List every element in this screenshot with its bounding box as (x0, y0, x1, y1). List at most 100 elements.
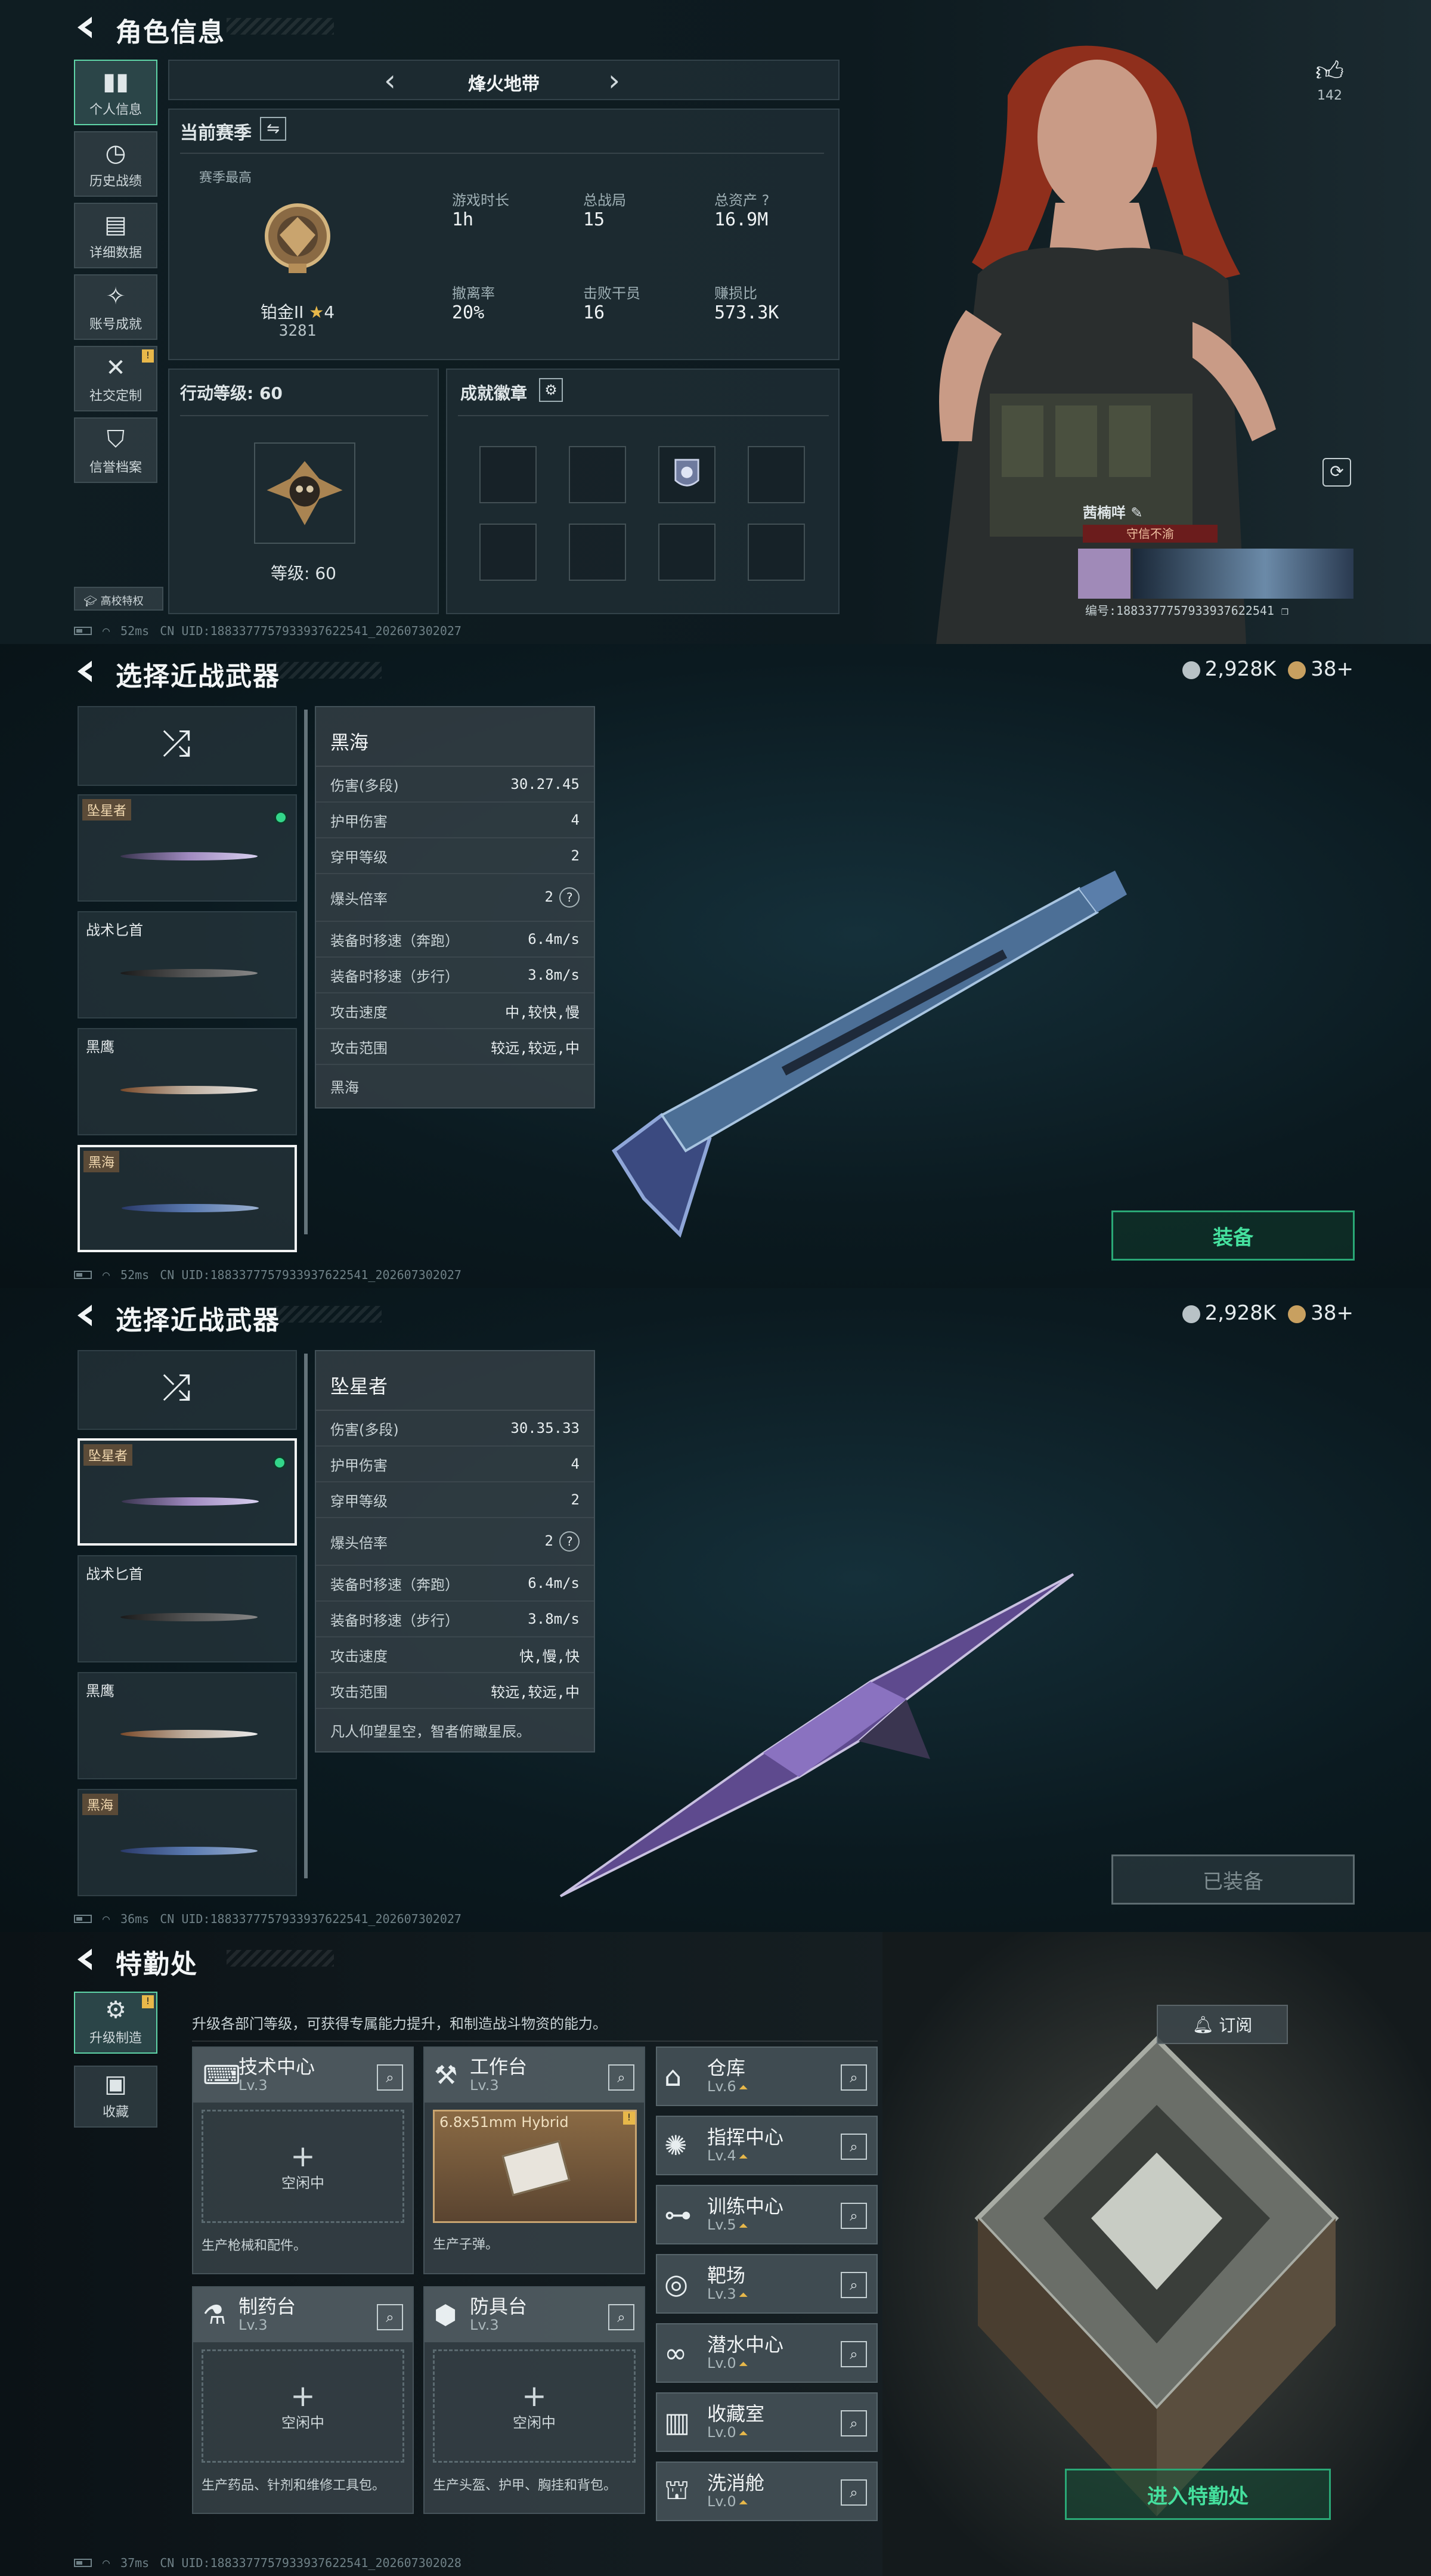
search-icon[interactable]: ⌕ (608, 2304, 634, 2330)
equip-button[interactable]: 装备 (1111, 1210, 1355, 1261)
facility-training-center[interactable]: ⊶ 训练中心 Lv.5 ⏶ ⌕ (656, 2185, 878, 2244)
next-map-icon[interactable]: › (608, 63, 620, 98)
search-icon[interactable]: ⌕ (841, 2203, 867, 2229)
weapon-item[interactable]: 战术匕首 (78, 911, 297, 1018)
badge-slot[interactable] (479, 446, 537, 503)
facility-warehouse[interactable]: ⌂ 仓库 Lv.6 ⏶ ⌕ (656, 2046, 878, 2106)
back-arrow-icon[interactable] (74, 658, 98, 685)
badge-slot[interactable] (658, 446, 715, 503)
weapon-item[interactable]: 坠星者 (78, 794, 297, 902)
search-icon[interactable]: ⌕ (608, 2064, 634, 2091)
weapon-image (122, 1497, 259, 1506)
sidebar-item-history[interactable]: ◷ 历史战绩 (74, 131, 157, 197)
badges-label: 成就徽章 (460, 383, 528, 403)
search-icon[interactable]: ⌕ (377, 2304, 403, 2330)
divider (192, 2041, 878, 2042)
card-header: ⬢ 防具台 Lv.3 ⌕ (425, 2287, 644, 2342)
back-arrow-icon[interactable] (74, 1946, 98, 1973)
stat-row: 装备时移速（奔跑） 6.4m/s (316, 922, 594, 958)
season-panel: 当前赛季 ⇋ 赛季最高 铂金II ★4 3281 游戏时长 1h 总战局 15 总资… (168, 109, 840, 360)
edit-icon[interactable]: ✎ (1130, 504, 1142, 521)
battery-icon (74, 2559, 92, 2567)
search-icon[interactable]: ⌕ (841, 2341, 867, 2367)
weapon-item[interactable]: 黑鹰 (78, 1672, 297, 1779)
like-button[interactable]: 👍︎ 142 (1312, 55, 1348, 103)
badge-slot[interactable] (748, 446, 805, 503)
computer-icon: ⌨ (203, 2060, 241, 2091)
badge-slot[interactable] (569, 524, 626, 581)
list-scrollbar[interactable] (304, 1354, 308, 1878)
weapon-item-selected[interactable]: 坠星者 (78, 1438, 297, 1546)
flask-icon: ⚗ (203, 2299, 227, 2330)
campus-privilege-button[interactable]: 🎓︎ 高校特权 (74, 587, 163, 611)
stat-row: 穿甲等级 2 (316, 838, 594, 874)
facility-command-center[interactable]: ✺ 指挥中心 Lv.4 ⏶ ⌕ (656, 2116, 878, 2175)
gold-coin-icon (1288, 1305, 1306, 1323)
search-icon[interactable]: ⌕ (841, 2272, 867, 2298)
tab-collection[interactable]: ▣ 收藏 (74, 2066, 157, 2128)
production-slot[interactable]: + 空闲中 (202, 2110, 404, 2223)
avatar[interactable] (1078, 549, 1130, 599)
tab-upgrade-craft[interactable]: ⚙ 升级制造! (74, 1992, 157, 2054)
weapon-item[interactable]: 战术匕首 (78, 1555, 297, 1662)
random-weapon-button[interactable]: ⤮ (78, 706, 297, 786)
badge-slot[interactable] (748, 524, 805, 581)
stat-row: 伤害(多段) 30.35.33 (316, 1411, 594, 1447)
production-slot[interactable]: + 空闲中 (433, 2349, 636, 2463)
silver-coin-icon (1182, 661, 1200, 679)
copy-icon[interactable]: ❐ (1281, 603, 1288, 618)
tech-center-card[interactable]: ⌨ 技术中心 Lv.3 ⌕ + 空闲中 生产枪械和配件。 (192, 2046, 414, 2274)
sidebar-item-achievements[interactable]: ✧ 账号成就 (74, 274, 157, 340)
sidebar-item-reputation[interactable]: ⛉ 信誉档案 (74, 417, 157, 483)
switch-season-icon[interactable]: ⇋ (260, 117, 286, 141)
melee-select-screen: 选择近战武器 2,928K 38+ ⤮ 坠星者 战术匕首 黑鹰 黑海 黑海 伤害… (0, 644, 1431, 1288)
random-weapon-button[interactable]: ⤮ (78, 1350, 297, 1430)
graduation-cap-icon: 🎓︎ (83, 595, 97, 608)
armor-bench-card[interactable]: ⬢ 防具台 Lv.3 ⌕ + 空闲中 生产头盔、护甲、胸挂和背包。 (423, 2286, 645, 2514)
upgrade-arrow-icon: ⏶ (738, 2495, 748, 2509)
enter-special-ops-button[interactable]: 进入特勤处 (1065, 2469, 1331, 2520)
gear-icon[interactable]: ⚙ (539, 378, 563, 402)
list-scrollbar[interactable] (304, 710, 308, 1234)
production-slot-active[interactable]: 6.8x51mm Hybrid ! (433, 2110, 637, 2223)
help-icon[interactable]: ? (762, 192, 770, 209)
status-footer: ◠ 52ms CN UID:1883377757933937622541_20260… (74, 1268, 461, 1282)
weapon-item-selected[interactable]: 黑海 (78, 1145, 297, 1252)
status-footer: ◠ 36ms CN UID:1883377757933937622541_20260… (74, 1912, 461, 1926)
badge-slot[interactable] (569, 446, 626, 503)
search-icon[interactable]: ⌕ (841, 2134, 867, 2160)
subscribe-button[interactable]: 🔔︎ 订阅 (1157, 2005, 1288, 2044)
divider (180, 153, 824, 154)
upgrade-arrow-icon: ⏶ (738, 2287, 748, 2302)
sidebar-item-personal-info[interactable]: ▮▮ 个人信息 (74, 60, 157, 125)
search-icon[interactable]: ⌕ (377, 2064, 403, 2091)
battery-icon (74, 1271, 92, 1279)
wifi-icon: ◠ (103, 1912, 110, 1926)
search-icon[interactable]: ⌕ (841, 2410, 867, 2436)
help-icon[interactable]: ? (559, 887, 580, 908)
badge-slot[interactable] (479, 524, 537, 581)
facility-shooting-range[interactable]: ◎ 靶场 Lv.3 ⏶ ⌕ (656, 2254, 878, 2314)
badge-slot[interactable] (658, 524, 715, 581)
card-header: ⌨ 技术中心 Lv.3 ⌕ (193, 2048, 413, 2103)
search-icon[interactable]: ⌕ (841, 2479, 867, 2506)
weapon-item[interactable]: 黑鹰 (78, 1028, 297, 1135)
sidebar-item-details[interactable]: ▤ 详细数据 (74, 203, 157, 268)
refresh-icon[interactable]: ⟳ (1322, 458, 1351, 487)
facility-collection-room[interactable]: ▥ 收藏室 Lv.0 ⏶ ⌕ (656, 2392, 878, 2452)
facility-diving-center[interactable]: ∞ 潜水中心 Lv.0 ⏶ ⌕ (656, 2323, 878, 2383)
back-arrow-icon[interactable] (74, 14, 98, 41)
goggles-icon: ∞ (664, 2337, 687, 2369)
workbench-card[interactable]: ⚒ 工作台 Lv.3 ⌕ 6.8x51mm Hybrid ! 生产子弹。 (423, 2046, 645, 2274)
weapon-item[interactable]: 黑海 (78, 1789, 297, 1896)
badge-icon: ✧ (106, 283, 126, 310)
wifi-icon: ◠ (103, 624, 110, 638)
back-arrow-icon[interactable] (74, 1302, 98, 1329)
dumbbell-icon: ⊶ (664, 2199, 692, 2231)
sidebar-item-social[interactable]: ✕ 社交定制! (74, 346, 157, 411)
production-slot[interactable]: + 空闲中 (202, 2349, 404, 2463)
pharmacy-card[interactable]: ⚗ 制药台 Lv.3 ⌕ + 空闲中 生产药品、针剂和维修工具包。 (192, 2286, 414, 2514)
search-icon[interactable]: ⌕ (841, 2064, 867, 2091)
facility-decon-chamber[interactable]: ⛫ 洗消舱 Lv.0 ⏶ ⌕ (656, 2462, 878, 2521)
equipped-button: 已装备 (1111, 1854, 1355, 1905)
